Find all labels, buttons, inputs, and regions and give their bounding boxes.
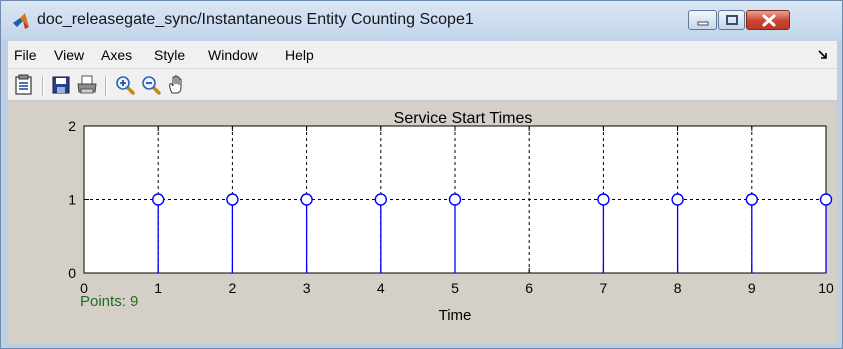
- save-icon[interactable]: [50, 74, 72, 96]
- x-tick-label: 10: [818, 280, 834, 296]
- pan-icon[interactable]: [166, 74, 188, 96]
- menu-window[interactable]: Window: [208, 47, 258, 63]
- data-point: [448, 193, 462, 206]
- x-tick-label: 9: [748, 280, 756, 296]
- parameters-icon[interactable]: [13, 74, 35, 96]
- minimize-button[interactable]: [688, 10, 717, 30]
- menu-file[interactable]: File: [14, 47, 37, 63]
- data-point: [151, 193, 165, 206]
- matlab-logo-icon: [13, 13, 29, 29]
- minimize-icon: [697, 21, 709, 26]
- x-tick-label: 4: [377, 280, 385, 296]
- x-tick-label: 8: [674, 280, 682, 296]
- scope-window: doc_releasegate_sync/Instantaneous Entit…: [0, 0, 843, 349]
- x-tick-label: 2: [229, 280, 237, 296]
- x-tick-label: 6: [525, 280, 533, 296]
- close-button[interactable]: [746, 10, 790, 30]
- menu-bar: File View Axes Style Window Help: [8, 41, 837, 69]
- title-bar[interactable]: doc_releasegate_sync/Instantaneous Entit…: [1, 1, 842, 41]
- y-tick-label: 0: [68, 265, 76, 281]
- data-point: [226, 193, 239, 206]
- figure-area: Service Start Times 0 1 2 3 4 5 6 7 8 9 10 0 1 2 Time…: [8, 101, 837, 344]
- chart-title: Service Start Times: [394, 110, 533, 127]
- toolbar-separator: [42, 76, 44, 96]
- toolbar-separator: [105, 76, 107, 96]
- menu-axes[interactable]: Axes: [101, 47, 132, 63]
- x-tick-label: 3: [303, 280, 311, 296]
- data-point: [819, 193, 833, 206]
- maximize-icon: [726, 15, 738, 25]
- dock-arrow-icon[interactable]: [818, 50, 827, 59]
- y-tick-label: 2: [68, 118, 76, 134]
- maximize-button[interactable]: [718, 10, 745, 30]
- y-tick-label: 1: [68, 192, 76, 208]
- data-point: [300, 193, 313, 206]
- print-icon[interactable]: [76, 74, 98, 96]
- menu-help[interactable]: Help: [285, 47, 314, 63]
- data-point: [745, 193, 758, 206]
- close-icon: [762, 14, 776, 27]
- x-tick-label: 7: [600, 280, 608, 296]
- x-tick-label: 1: [154, 280, 162, 296]
- data-point: [374, 193, 387, 206]
- points-count: Points: 9: [80, 293, 139, 310]
- data-point: [597, 193, 610, 206]
- toolbar: [8, 69, 837, 101]
- data-point: [671, 193, 684, 206]
- window-title: doc_releasegate_sync/Instantaneous Entit…: [37, 11, 474, 28]
- zoom-out-icon[interactable]: [140, 74, 162, 96]
- menu-view[interactable]: View: [54, 47, 84, 63]
- x-axis-label: Time: [439, 307, 472, 324]
- x-tick-label: 5: [451, 280, 459, 296]
- zoom-in-icon[interactable]: [114, 74, 136, 96]
- menu-style[interactable]: Style: [154, 47, 185, 63]
- figure-client-area: File View Axes Style Window Help Service…: [8, 41, 837, 344]
